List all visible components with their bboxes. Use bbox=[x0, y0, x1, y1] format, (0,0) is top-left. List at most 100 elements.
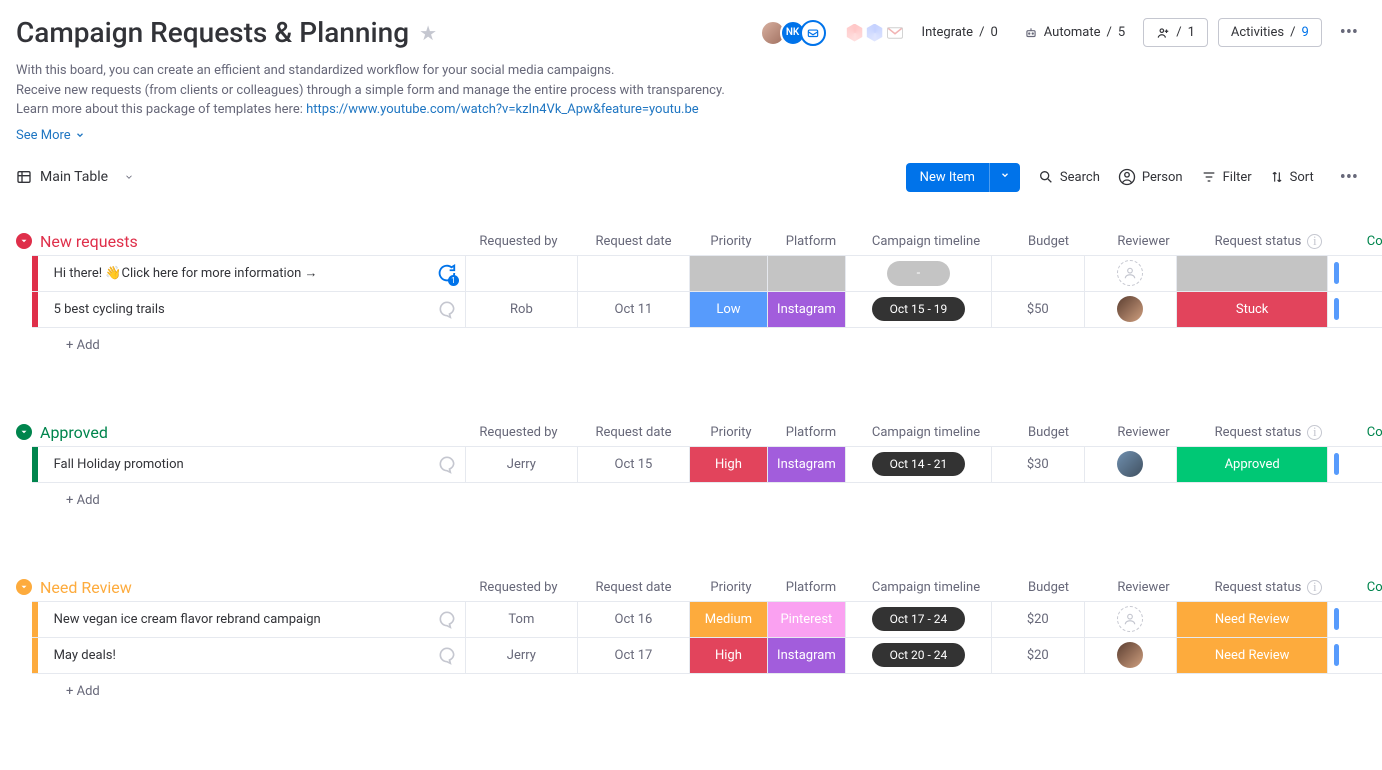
timeline-pill[interactable]: Oct 17 - 24 bbox=[872, 607, 966, 631]
cell-platform[interactable] bbox=[768, 256, 846, 291]
reviewer-avatar[interactable] bbox=[1117, 451, 1143, 477]
col-reviewer[interactable]: Reviewer bbox=[1096, 234, 1191, 249]
more-options-button[interactable]: ••• bbox=[1332, 18, 1366, 47]
item-name[interactable]: May deals! bbox=[54, 648, 116, 663]
col-timeline[interactable]: Campaign timeline bbox=[851, 580, 1001, 595]
cell-request-date[interactable]: Oct 16 bbox=[578, 602, 690, 637]
col-reviewer[interactable]: Reviewer bbox=[1096, 425, 1191, 440]
cell-reviewer[interactable] bbox=[1085, 447, 1178, 482]
cell-conn[interactable] bbox=[1328, 602, 1382, 637]
col-budget[interactable]: Budget bbox=[1001, 425, 1096, 440]
cell-conn[interactable] bbox=[1328, 447, 1382, 482]
cell-request-date[interactable]: Oct 15 bbox=[578, 447, 690, 482]
timeline-pill[interactable]: Oct 20 - 24 bbox=[872, 643, 966, 667]
cell-requested-by[interactable]: Tom bbox=[466, 602, 578, 637]
col-request-date[interactable]: Request date bbox=[576, 234, 691, 249]
reviewer-avatar[interactable] bbox=[1117, 642, 1143, 668]
add-item-row[interactable]: + Add bbox=[32, 673, 1382, 709]
col-budget[interactable]: Budget bbox=[1001, 580, 1096, 595]
info-icon[interactable]: i bbox=[1307, 580, 1322, 595]
table-row[interactable]: May deals! Jerry Oct 17 High Instagram O… bbox=[32, 637, 1382, 673]
col-conn[interactable]: Conn bbox=[1346, 580, 1382, 595]
col-priority[interactable]: Priority bbox=[691, 580, 771, 595]
cell-platform[interactable]: Instagram bbox=[768, 447, 846, 482]
search-button[interactable]: Search bbox=[1038, 169, 1100, 185]
cell-platform[interactable]: Instagram bbox=[768, 292, 846, 327]
new-item-button[interactable]: New Item bbox=[906, 163, 989, 192]
cell-platform[interactable]: Pinterest bbox=[768, 602, 846, 637]
table-row[interactable]: New vegan ice cream flavor rebrand campa… bbox=[32, 601, 1382, 637]
automate-button[interactable]: Automate / 5 bbox=[1016, 20, 1133, 45]
reviewer-avatar-empty[interactable] bbox=[1117, 260, 1143, 286]
col-requested-by[interactable]: Requested by bbox=[461, 234, 576, 249]
cell-priority[interactable]: Medium bbox=[690, 602, 768, 637]
members-avatars[interactable]: NK bbox=[766, 20, 826, 46]
col-priority[interactable]: Priority bbox=[691, 425, 771, 440]
col-platform[interactable]: Platform bbox=[771, 580, 851, 595]
cell-budget[interactable]: $20 bbox=[992, 638, 1085, 673]
see-more-button[interactable]: See More bbox=[16, 128, 85, 143]
cell-budget[interactable]: $50 bbox=[992, 292, 1085, 327]
cell-timeline[interactable]: Oct 14 - 21 bbox=[846, 447, 992, 482]
cell-requested-by[interactable] bbox=[466, 256, 578, 291]
item-name[interactable]: 5 best cycling trails bbox=[54, 302, 165, 317]
col-timeline[interactable]: Campaign timeline bbox=[851, 425, 1001, 440]
cell-budget[interactable] bbox=[992, 256, 1085, 291]
cell-timeline[interactable]: - bbox=[846, 256, 992, 291]
timeline-pill[interactable]: Oct 15 - 19 bbox=[872, 297, 966, 321]
info-icon[interactable]: i bbox=[1307, 425, 1322, 440]
cell-requested-by[interactable]: Jerry bbox=[466, 447, 578, 482]
cell-reviewer[interactable] bbox=[1085, 602, 1178, 637]
cell-platform[interactable]: Instagram bbox=[768, 638, 846, 673]
timeline-pill[interactable]: - bbox=[887, 261, 951, 286]
cell-status[interactable]: Approved bbox=[1177, 447, 1328, 482]
cell-request-date[interactable]: Oct 11 bbox=[578, 292, 690, 327]
col-requested-by[interactable]: Requested by bbox=[461, 425, 576, 440]
item-name[interactable]: Hi there! 👋Click here for more informati… bbox=[54, 265, 318, 281]
cell-conn[interactable] bbox=[1328, 638, 1382, 673]
view-selector[interactable]: Main Table bbox=[16, 169, 134, 185]
col-budget[interactable]: Budget bbox=[1001, 234, 1096, 249]
item-name[interactable]: New vegan ice cream flavor rebrand campa… bbox=[54, 612, 321, 627]
conversation-icon[interactable] bbox=[437, 609, 457, 629]
person-filter-button[interactable]: Person bbox=[1118, 168, 1183, 186]
integrate-button[interactable]: Integrate / 0 bbox=[914, 20, 1006, 45]
group-title[interactable]: Need Review bbox=[40, 578, 132, 597]
cell-reviewer[interactable] bbox=[1085, 292, 1178, 327]
col-status[interactable]: Request statusi bbox=[1191, 234, 1346, 249]
col-platform[interactable]: Platform bbox=[771, 425, 851, 440]
conversation-icon[interactable] bbox=[437, 645, 457, 665]
sort-button[interactable]: Sort bbox=[1270, 170, 1314, 185]
col-request-date[interactable]: Request date bbox=[576, 580, 691, 595]
conversation-icon[interactable] bbox=[437, 454, 457, 474]
reviewer-avatar[interactable] bbox=[1117, 296, 1143, 322]
info-icon[interactable]: i bbox=[1307, 234, 1322, 249]
cell-priority[interactable]: Low bbox=[690, 292, 768, 327]
cell-status[interactable]: Need Review bbox=[1177, 638, 1328, 673]
cell-priority[interactable]: High bbox=[690, 638, 768, 673]
cell-budget[interactable]: $30 bbox=[992, 447, 1085, 482]
col-request-date[interactable]: Request date bbox=[576, 425, 691, 440]
cell-status[interactable]: Stuck bbox=[1177, 292, 1328, 327]
cell-request-date[interactable]: Oct 17 bbox=[578, 638, 690, 673]
cell-conn[interactable] bbox=[1328, 292, 1382, 327]
col-conn[interactable]: Conn bbox=[1346, 425, 1382, 440]
cell-requested-by[interactable]: Rob bbox=[466, 292, 578, 327]
add-item-row[interactable]: + Add bbox=[32, 327, 1382, 363]
reviewer-avatar-empty[interactable] bbox=[1117, 606, 1143, 632]
cell-priority[interactable] bbox=[690, 256, 768, 291]
star-icon[interactable]: ★ bbox=[419, 21, 437, 45]
cell-priority[interactable]: High bbox=[690, 447, 768, 482]
cell-timeline[interactable]: Oct 20 - 24 bbox=[846, 638, 992, 673]
conversation-icon[interactable] bbox=[437, 299, 457, 319]
invite-button[interactable]: / 1 bbox=[1143, 18, 1208, 47]
col-priority[interactable]: Priority bbox=[691, 234, 771, 249]
cell-requested-by[interactable]: Jerry bbox=[466, 638, 578, 673]
cell-reviewer[interactable] bbox=[1085, 638, 1178, 673]
col-platform[interactable]: Platform bbox=[771, 234, 851, 249]
table-row[interactable]: Fall Holiday promotion Jerry Oct 15 High… bbox=[32, 446, 1382, 482]
new-item-dropdown[interactable] bbox=[989, 163, 1020, 192]
table-row[interactable]: 5 best cycling trails Rob Oct 11 Low Ins… bbox=[32, 291, 1382, 327]
cell-timeline[interactable]: Oct 15 - 19 bbox=[846, 292, 992, 327]
cell-budget[interactable]: $20 bbox=[992, 602, 1085, 637]
